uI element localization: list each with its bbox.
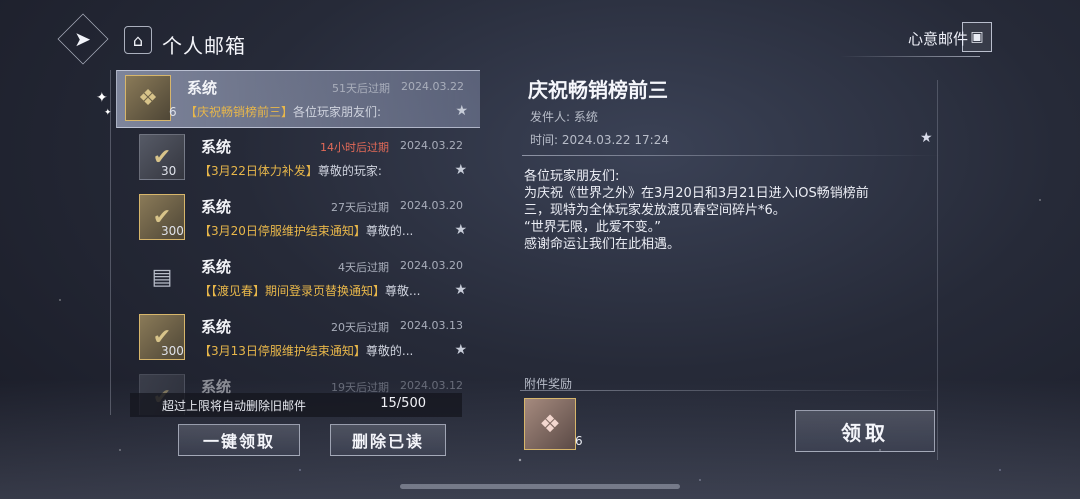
detail-divider	[522, 155, 942, 156]
mail-item[interactable]: ✔ 300 系统 20天后过期 2024.03.13 【3月13日停服维护结束通…	[131, 310, 479, 368]
heart-mail-label[interactable]: 心意邮件	[908, 28, 968, 49]
mail-date: 2024.03.20	[400, 199, 463, 212]
mail-subject: 【3月22日体力补发】尊敬的玩家:	[199, 164, 382, 178]
body-line: “世界无限，此爱不变。”	[524, 220, 661, 235]
mail-count: 15/500	[380, 396, 426, 411]
mail-subject: 【庆祝畅销榜前三】各位玩家朋友们:	[185, 105, 382, 119]
letter-icon: ▤	[151, 264, 173, 290]
sparkle-icon: ✦	[96, 90, 108, 106]
mail-sender: 系统	[201, 258, 232, 276]
mail-subject: 【3月13日停服维护结束通知】尊敬的...	[199, 344, 414, 358]
mail-detail-body: 各位玩家朋友们: 为庆祝《世界之外》在3月20日和3月21日进入iOS畅销榜前 …	[524, 168, 884, 253]
mail-sender: 系统	[201, 138, 232, 156]
gift-icon: ▣	[970, 29, 984, 45]
mail-subject: 【3月20日停服维护结束通知】尊敬的...	[199, 224, 414, 238]
body-line: 感谢命运让我们在此相遇。	[524, 237, 681, 252]
mail-sender: 系统	[201, 318, 232, 336]
mail-date: 2024.03.13	[400, 319, 463, 332]
back-arrow-icon: ➤	[74, 27, 92, 51]
mail-item[interactable]: ✔ 30 系统 14小时后过期 2024.03.22 【3月22日体力补发】尊敬…	[131, 130, 479, 188]
claim-all-button[interactable]: 一键领取	[178, 424, 300, 456]
star-icon[interactable]: ★	[920, 130, 933, 146]
mail-expire: 20天后过期	[331, 321, 389, 334]
star-icon[interactable]: ★	[454, 282, 467, 298]
header-divider	[840, 56, 980, 57]
mail-date: 2024.03.22	[401, 80, 464, 93]
body-line: 三，现特为全体玩家发放渡见春空间碎片*6。	[524, 203, 786, 218]
book-icon: ❖	[125, 75, 171, 121]
claim-button[interactable]: 领取	[795, 410, 935, 452]
attachment-item[interactable]: ❖	[524, 398, 576, 450]
item-quantity: 30	[161, 164, 177, 178]
mail-item[interactable]: ✔ 300 系统 27天后过期 2024.03.20 【3月20日停服维护结束通…	[131, 190, 479, 248]
star-icon[interactable]: ★	[455, 103, 468, 119]
star-icon[interactable]: ★	[454, 222, 467, 238]
home-icon: ⌂	[132, 30, 144, 50]
home-button[interactable]: ⌂	[124, 26, 152, 54]
book-icon: ❖	[539, 410, 561, 438]
mail-sender: 系统	[187, 79, 218, 97]
back-button[interactable]: ➤	[57, 13, 109, 65]
body-line: 各位玩家朋友们:	[524, 169, 620, 184]
home-indicator[interactable]	[400, 484, 680, 489]
mail-date: 2024.03.22	[400, 139, 463, 152]
attachment-quantity: 6	[575, 434, 583, 448]
mail-subject: 【【渡见春】期间登录页替换通知】尊敬...	[199, 284, 421, 298]
mail-sender: 系统	[201, 198, 232, 216]
mail-date: 2024.03.12	[400, 379, 463, 392]
mail-date: 2024.03.20	[400, 259, 463, 272]
heart-mail-button[interactable]: ▣	[962, 22, 992, 52]
limit-text: 超过上限将自动删除旧邮件	[162, 399, 307, 413]
star-icon[interactable]: ★	[454, 162, 467, 178]
mail-expire: 4天后过期	[338, 261, 389, 274]
mail-expire: 51天后过期	[332, 82, 390, 95]
delete-read-button[interactable]: 删除已读	[330, 424, 446, 456]
item-quantity: 300	[161, 224, 184, 238]
mail-item[interactable]: ▤ 系统 4天后过期 2024.03.20 【【渡见春】期间登录页替换通知】尊敬…	[131, 250, 479, 308]
mail-limit-bar: 超过上限将自动删除旧邮件 15/500	[130, 393, 462, 417]
star-icon[interactable]: ★	[454, 342, 467, 358]
mail-expire: 27天后过期	[331, 201, 389, 214]
mail-item-selected[interactable]: ❖ 6 系统 51天后过期 2024.03.22 【庆祝畅销榜前三】各位玩家朋友…	[116, 70, 480, 128]
item-quantity: 6	[169, 105, 177, 119]
page-title: 个人邮箱	[162, 34, 246, 58]
mail-expire: 14小时后过期	[320, 141, 389, 154]
mail-detail-sender: 发件人: 系统	[530, 110, 598, 124]
mail-detail-title: 庆祝畅销榜前三	[528, 78, 668, 102]
item-quantity: 300	[161, 344, 184, 358]
mail-detail-time: 时间: 2024.03.22 17:24	[530, 133, 669, 147]
body-line: 为庆祝《世界之外》在3月20日和3月21日进入iOS畅销榜前	[524, 186, 869, 201]
attachment-divider	[520, 390, 940, 391]
mail-list[interactable]: ❖ 6 系统 51天后过期 2024.03.22 【庆祝畅销榜前三】各位玩家朋友…	[110, 70, 480, 415]
